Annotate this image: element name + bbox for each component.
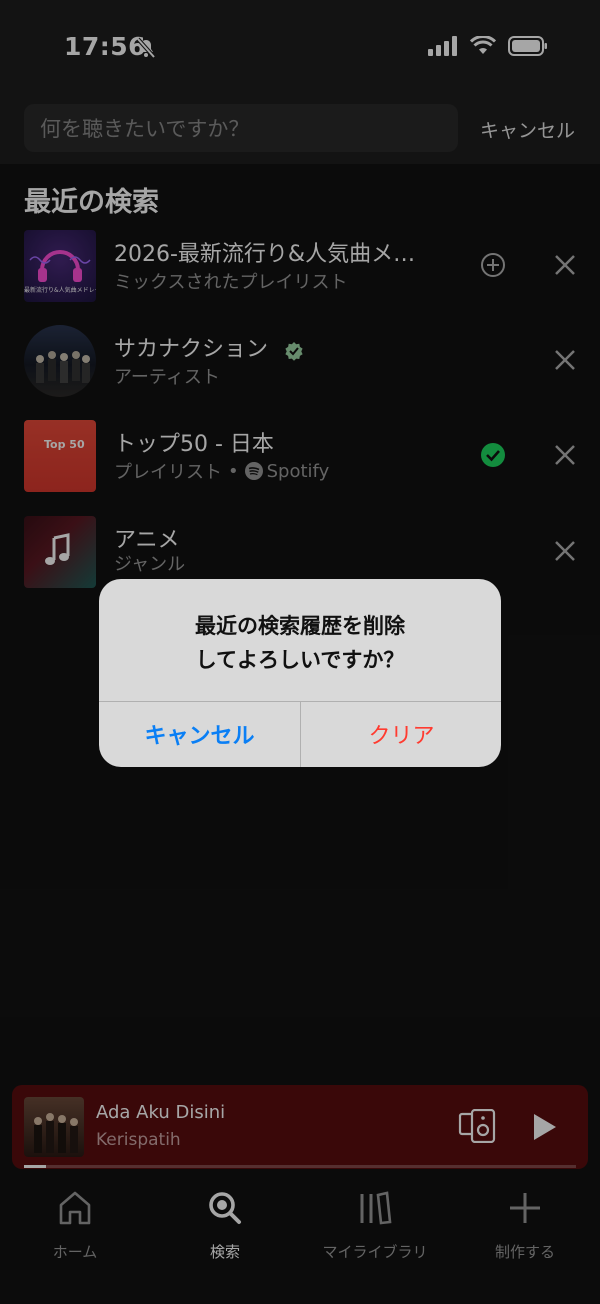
- dialog-message-line: 最近の検索履歴を削除: [195, 614, 405, 638]
- dialog-clear-button[interactable]: クリア: [301, 701, 501, 767]
- dialog-message: 最近の検索履歴を削除 してよろしいですか？: [99, 609, 501, 677]
- dialog-cancel-button[interactable]: キャンセル: [99, 701, 300, 767]
- dialog-message-line: してよろしいですか？: [195, 648, 405, 672]
- clear-history-dialog: 最近の検索履歴を削除 してよろしいですか？ キャンセル クリア: [99, 579, 501, 767]
